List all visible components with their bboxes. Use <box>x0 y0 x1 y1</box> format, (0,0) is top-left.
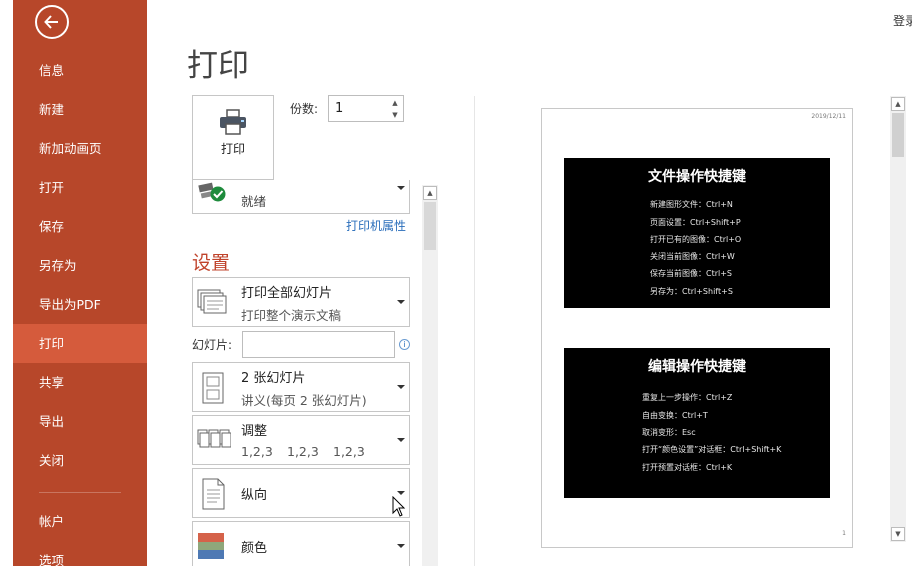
collated-icon <box>197 429 231 448</box>
scrollbar-thumb[interactable] <box>892 113 904 157</box>
copies-label: 份数: <box>290 102 319 116</box>
slide-line: 打开已有的图像：Ctrl+O <box>650 235 742 244</box>
handout-layout-icon <box>202 372 224 404</box>
panel-divider <box>474 96 475 566</box>
sidebar-item-options[interactable]: 选项 <box>13 541 147 566</box>
chevron-down-icon <box>397 491 405 495</box>
slides-label: 幻灯片: <box>192 338 233 352</box>
slide-line: 取消变形：Esc <box>642 428 696 437</box>
preview-date: 2019/12/11 <box>811 113 846 120</box>
layout-subtitle: 讲义(每页 2 张幻灯片) <box>241 393 367 408</box>
slide-title: 文件操作快捷键 <box>648 169 746 185</box>
orientation-title: 纵向 <box>241 488 268 503</box>
print-button[interactable]: 打印 <box>192 95 274 180</box>
printer-dropdown[interactable]: 就绪 <box>192 180 410 214</box>
login-link[interactable]: 登录 <box>893 12 912 29</box>
settings-title: 设置 <box>192 252 231 274</box>
printer-properties-link[interactable]: 打印机属性 <box>346 217 406 234</box>
preview-slide: 文件操作快捷键 新建图形文件：Ctrl+N 页面设置：Ctrl+Shift+P … <box>564 158 830 308</box>
preview-scrollbar[interactable]: ▲ ▼ <box>890 96 906 542</box>
print-preview-page: 2019/12/11 文件操作快捷键 新建图形文件：Ctrl+N 页面设置：Ct… <box>541 108 853 548</box>
slide-line: 打开“颜色设置”对话框：Ctrl+Shift+K <box>642 445 782 454</box>
stepper-down-icon[interactable]: ▼ <box>390 110 400 120</box>
sidebar-item-export-pdf[interactable]: 导出为PDF <box>13 285 147 324</box>
copies-value[interactable]: 1 <box>335 101 343 116</box>
printer-ready-icon <box>198 182 226 202</box>
window-left-edge <box>0 0 13 566</box>
sidebar-item-close[interactable]: 关闭 <box>13 441 147 480</box>
back-button[interactable] <box>35 5 69 39</box>
sidebar-item-account[interactable]: 帐户 <box>13 502 147 541</box>
preview-slide: 编辑操作快捷键 重复上一步操作：Ctrl+Z 自由变换：Ctrl+T 取消变形：… <box>564 348 830 498</box>
chevron-down-icon <box>397 544 405 548</box>
sidebar-item-share[interactable]: 共享 <box>13 363 147 402</box>
all-slides-icon <box>197 289 227 314</box>
color-dropdown[interactable]: 颜色 <box>192 521 410 566</box>
printer-icon <box>220 109 246 135</box>
print-range-title: 打印全部幻灯片 <box>241 286 333 301</box>
orientation-dropdown[interactable]: 纵向 <box>192 468 410 518</box>
color-mode-icon <box>198 533 224 559</box>
slide-line: 另存为：Ctrl+Shift+S <box>650 287 733 296</box>
slide-line: 页面设置：Ctrl+Shift+P <box>650 218 741 227</box>
printer-status: 就绪 <box>241 194 267 209</box>
settings-scrollbar[interactable]: ▲ <box>422 185 438 566</box>
collate-set: 1,2,3 <box>333 444 365 459</box>
layout-title: 2 张幻灯片 <box>241 371 306 386</box>
scrollbar-thumb[interactable] <box>424 202 436 250</box>
portrait-icon <box>202 478 225 510</box>
sidebar-item-save-as[interactable]: 另存为 <box>13 246 147 285</box>
slide-line: 保存当前图像：Ctrl+S <box>650 269 733 278</box>
stepper-up-icon[interactable]: ▲ <box>390 98 400 108</box>
page-title: 打印 <box>187 48 249 84</box>
print-range-dropdown[interactable]: 打印全部幻灯片 打印整个演示文稿 <box>192 277 410 327</box>
info-icon[interactable]: i <box>399 339 410 350</box>
color-title: 颜色 <box>241 541 268 556</box>
print-button-label: 打印 <box>220 142 245 156</box>
slide-line: 关闭当前图像：Ctrl+W <box>650 252 735 261</box>
backstage-sidebar: 信息 新建 新加动画页 打开 保存 另存为 导出为PDF 打印 共享 导出 关闭… <box>13 0 147 566</box>
chevron-down-icon <box>397 385 405 389</box>
sidebar-item-new-animation-page[interactable]: 新加动画页 <box>13 129 147 168</box>
collate-title: 调整 <box>241 424 268 439</box>
scroll-up-icon[interactable]: ▲ <box>423 186 437 200</box>
scroll-up-icon[interactable]: ▲ <box>891 97 905 111</box>
chevron-down-icon <box>397 438 405 442</box>
collate-set: 1,2,3 <box>287 444 319 459</box>
sidebar-item-export[interactable]: 导出 <box>13 402 147 441</box>
preview-page-number: 1 <box>842 530 846 537</box>
slide-line: 重复上一步操作：Ctrl+Z <box>642 393 733 402</box>
scroll-down-icon[interactable]: ▼ <box>891 527 905 541</box>
copies-stepper[interactable]: 1 ▲ ▼ <box>328 95 404 122</box>
sidebar-item-print[interactable]: 打印 <box>13 324 147 363</box>
sidebar-item-save[interactable]: 保存 <box>13 207 147 246</box>
slide-title: 编辑操作快捷键 <box>648 359 746 375</box>
mouse-cursor-icon <box>392 496 406 517</box>
sidebar-divider <box>39 492 121 493</box>
slides-input[interactable] <box>242 331 395 358</box>
slide-line: 新建图形文件：Ctrl+N <box>650 200 733 209</box>
back-arrow-icon <box>44 15 58 29</box>
chevron-down-icon <box>397 300 405 304</box>
collate-set: 1,2,3 <box>241 444 273 459</box>
sidebar-item-open[interactable]: 打开 <box>13 168 147 207</box>
layout-dropdown[interactable]: 2 张幻灯片 讲义(每页 2 张幻灯片) <box>192 362 410 412</box>
print-range-subtitle: 打印整个演示文稿 <box>241 308 342 323</box>
sidebar-item-new[interactable]: 新建 <box>13 90 147 129</box>
slide-line: 自由变换：Ctrl+T <box>642 411 708 420</box>
sidebar-item-info[interactable]: 信息 <box>13 51 147 90</box>
slide-line: 打开预置对话框：Ctrl+K <box>642 463 733 472</box>
chevron-down-icon <box>397 186 405 190</box>
collate-dropdown[interactable]: 调整 1,2,3 1,2,3 1,2,3 <box>192 415 410 465</box>
